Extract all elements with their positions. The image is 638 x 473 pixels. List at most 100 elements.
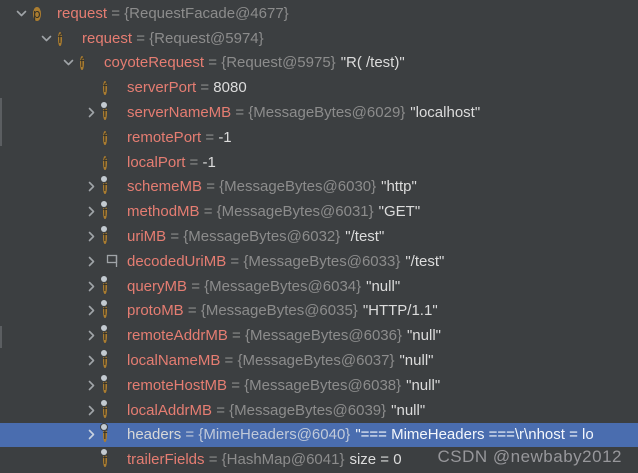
- variable-value: size = 0: [349, 451, 402, 469]
- watch-dot-icon: [101, 399, 107, 406]
- variable-value: "http": [381, 178, 417, 196]
- tree-row-localNameMB[interactable]: f localNameMB = {MessageBytes@6037} "null": [0, 348, 638, 373]
- variable-value: -1: [202, 153, 216, 171]
- tree-row-localAddrMB[interactable]: f localAddrMB = {MessageBytes@6039} "null": [0, 398, 638, 423]
- object-reference: {MessageBytes@6032}: [183, 228, 341, 246]
- tree-row-methodMB[interactable]: f methodMB = {MessageBytes@6031} "GET": [0, 199, 638, 224]
- tree-row-trailerFields[interactable]: f trailerFields = {HashMap@6041} size = 0: [0, 447, 638, 472]
- equals-sign: =: [212, 401, 230, 419]
- field-icon: f: [101, 374, 120, 394]
- field-icon: f: [101, 176, 120, 195]
- object-reference: {Request@5974}: [149, 29, 264, 47]
- field-icon: f: [103, 155, 108, 170]
- variable-value: "=== MimeHeaders ===\r\nhost = lo: [355, 426, 594, 444]
- tree-row-uriMB[interactable]: f uriMB = {MessageBytes@6032} "/test": [0, 224, 638, 249]
- object-reference: {HashMap@6041}: [221, 451, 345, 469]
- watch-dot-icon: [101, 350, 107, 357]
- variable-value: "/test": [405, 252, 445, 270]
- object-reference: {MessageBytes@6039}: [229, 401, 387, 419]
- tree-row-localPort[interactable]: f localPort = -1: [0, 150, 638, 175]
- equals-sign: =: [231, 104, 249, 122]
- chevron-right-icon[interactable]: [80, 303, 103, 318]
- equals-sign: =: [196, 79, 214, 97]
- equals-sign: =: [220, 352, 238, 370]
- variable-value: "null": [406, 376, 441, 394]
- tree-row-request[interactable]: p request = {RequestFacade@4677}: [0, 1, 638, 26]
- variable-name: queryMB: [127, 277, 188, 295]
- variable-name: request: [82, 29, 133, 47]
- left-edge-scroll-mark: [0, 98, 2, 146]
- variable-value: "GET": [378, 203, 421, 221]
- object-reference: {MessageBytes@6030}: [219, 178, 377, 196]
- variable-value: "HTTP/1.1": [362, 302, 438, 320]
- variable-value: "null": [399, 352, 434, 370]
- field-icon: f: [101, 325, 120, 344]
- tree-row-protoMB[interactable]: f protoMB = {MessageBytes@6035} "HTTP/1.1": [0, 299, 638, 324]
- variable-value: "null": [391, 401, 426, 419]
- object-reference: {MimeHeaders@6040}: [198, 426, 351, 444]
- field-icon: f: [103, 81, 108, 96]
- equals-sign: =: [202, 178, 220, 196]
- equals-sign: =: [201, 128, 219, 146]
- variable-name: uriMB: [127, 228, 167, 246]
- variable-name: methodMB: [127, 203, 200, 221]
- tree-row-remoteAddrMB[interactable]: f remoteAddrMB = {MessageBytes@6036} "null…: [0, 323, 638, 348]
- chevron-right-icon[interactable]: [80, 179, 103, 194]
- object-reference: {Request@5975}: [221, 54, 336, 72]
- chevron-right-icon[interactable]: [80, 403, 103, 418]
- tree-row-remoteHostMB[interactable]: f remoteHostMB = {MessageBytes@6038} "null…: [0, 373, 638, 398]
- watch-dot-icon: [101, 374, 107, 381]
- parameter-icon: p: [33, 6, 41, 21]
- variable-name: request: [57, 4, 108, 22]
- chevron-down-icon[interactable]: [10, 6, 33, 21]
- field-icon: f: [101, 399, 120, 419]
- field-icon: f: [101, 275, 120, 295]
- chevron-down-icon[interactable]: [35, 31, 58, 46]
- equals-sign: =: [227, 376, 245, 394]
- chevron-right-icon[interactable]: [80, 204, 103, 219]
- field-icon: f: [101, 102, 120, 121]
- tree-row-headers[interactable]: f headers = {MimeHeaders@6040} "=== MimeHe…: [0, 422, 638, 448]
- field-icon: f: [101, 300, 120, 319]
- tree-row-serverPort[interactable]: f serverPort = 8080: [0, 75, 638, 100]
- tree-row-serverNameMB[interactable]: f serverNameMB = {MessageBytes@6029} "loca…: [0, 100, 638, 125]
- object-reference: {MessageBytes@6037}: [237, 352, 395, 370]
- tree-row-remotePort[interactable]: f remotePort = -1: [0, 125, 638, 150]
- tree-row-request[interactable]: f request = {Request@5974}: [0, 26, 638, 51]
- variable-name: serverPort: [127, 79, 197, 97]
- variable-name: serverNameMB: [127, 104, 232, 122]
- variable-value: "null": [406, 327, 441, 345]
- tree-row-schemeMB[interactable]: f schemeMB = {MessageBytes@6030} "http": [0, 175, 638, 200]
- variable-value: -1: [218, 128, 232, 146]
- variable-value: "R( /test)": [340, 54, 405, 72]
- variable-name: remoteAddrMB: [127, 327, 228, 345]
- field-icon: f: [80, 56, 85, 71]
- chevron-right-icon[interactable]: [80, 328, 103, 343]
- debugger-variables-tree: p request = {RequestFacade@4677} f request …: [0, 0, 638, 473]
- object-reference: {MessageBytes@6033}: [243, 252, 401, 270]
- variable-name: remotePort: [127, 128, 202, 146]
- field-icon: f: [101, 201, 120, 220]
- field-icon: f: [101, 449, 120, 468]
- tree-row-coyoteRequest[interactable]: f coyoteRequest = {Request@5975} "R( /test…: [0, 51, 638, 76]
- chevron-right-icon[interactable]: [80, 427, 103, 442]
- object-reference: {MessageBytes@6036}: [244, 327, 402, 345]
- variable-name: localNameMB: [127, 352, 221, 370]
- chevron-right-icon[interactable]: [80, 254, 103, 269]
- chevron-down-icon[interactable]: [57, 55, 80, 70]
- chevron-right-icon[interactable]: [80, 353, 103, 368]
- chevron-right-icon[interactable]: [80, 279, 103, 294]
- chevron-right-icon[interactable]: [80, 105, 103, 120]
- variable-name: remoteHostMB: [127, 376, 228, 394]
- chevron-right-icon[interactable]: [80, 229, 103, 244]
- equals-sign: =: [132, 29, 150, 47]
- variable-name: coyoteRequest: [104, 54, 205, 72]
- tree-row-decodedUriMB[interactable]: decodedUriMB = {MessageBytes@6033} "/test…: [0, 249, 638, 274]
- variable-name: headers: [127, 426, 182, 444]
- field-icon: f: [101, 226, 120, 245]
- chevron-right-icon[interactable]: [80, 378, 103, 393]
- tree-row-queryMB[interactable]: f queryMB = {MessageBytes@6034} "null": [0, 274, 638, 299]
- equals-sign: =: [166, 228, 184, 246]
- object-reference: {MessageBytes@6029}: [248, 104, 406, 122]
- variable-name: protoMB: [127, 302, 184, 320]
